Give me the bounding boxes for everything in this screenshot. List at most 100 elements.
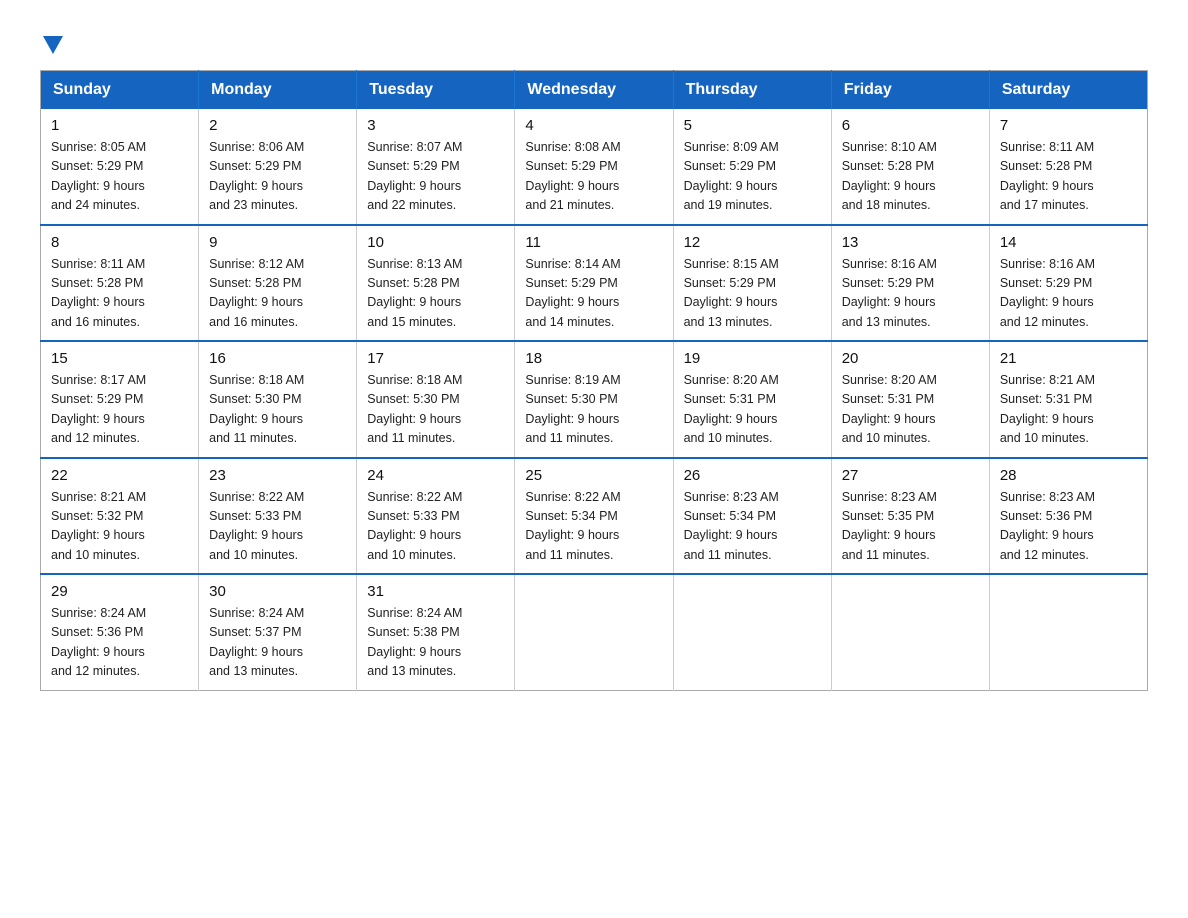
calendar-day-cell: 19 Sunrise: 8:20 AM Sunset: 5:31 PM Dayl…: [673, 341, 831, 458]
calendar-day-cell: 18 Sunrise: 8:19 AM Sunset: 5:30 PM Dayl…: [515, 341, 673, 458]
logo-triangle-icon: [43, 36, 63, 54]
calendar-table: SundayMondayTuesdayWednesdayThursdayFrid…: [40, 70, 1148, 691]
calendar-day-cell: 1 Sunrise: 8:05 AM Sunset: 5:29 PM Dayli…: [41, 109, 199, 225]
day-info: Sunrise: 8:15 AM Sunset: 5:29 PM Dayligh…: [684, 255, 821, 333]
calendar-day-cell: 24 Sunrise: 8:22 AM Sunset: 5:33 PM Dayl…: [357, 458, 515, 575]
day-info: Sunrise: 8:22 AM Sunset: 5:34 PM Dayligh…: [525, 488, 662, 566]
day-info: Sunrise: 8:11 AM Sunset: 5:28 PM Dayligh…: [51, 255, 188, 333]
day-info: Sunrise: 8:23 AM Sunset: 5:35 PM Dayligh…: [842, 488, 979, 566]
day-number: 11: [525, 234, 662, 251]
calendar-day-cell: 25 Sunrise: 8:22 AM Sunset: 5:34 PM Dayl…: [515, 458, 673, 575]
day-info: Sunrise: 8:13 AM Sunset: 5:28 PM Dayligh…: [367, 255, 504, 333]
calendar-day-cell: 22 Sunrise: 8:21 AM Sunset: 5:32 PM Dayl…: [41, 458, 199, 575]
day-info: Sunrise: 8:24 AM Sunset: 5:36 PM Dayligh…: [51, 604, 188, 682]
day-info: Sunrise: 8:19 AM Sunset: 5:30 PM Dayligh…: [525, 371, 662, 449]
calendar-week-row: 8 Sunrise: 8:11 AM Sunset: 5:28 PM Dayli…: [41, 225, 1148, 342]
calendar-day-cell: 10 Sunrise: 8:13 AM Sunset: 5:28 PM Dayl…: [357, 225, 515, 342]
calendar-day-cell: 13 Sunrise: 8:16 AM Sunset: 5:29 PM Dayl…: [831, 225, 989, 342]
day-number: 22: [51, 467, 188, 484]
day-number: 17: [367, 350, 504, 367]
day-number: 31: [367, 583, 504, 600]
day-number: 9: [209, 234, 346, 251]
day-number: 23: [209, 467, 346, 484]
calendar-day-cell: 3 Sunrise: 8:07 AM Sunset: 5:29 PM Dayli…: [357, 109, 515, 225]
calendar-week-row: 15 Sunrise: 8:17 AM Sunset: 5:29 PM Dayl…: [41, 341, 1148, 458]
calendar-day-cell: 20 Sunrise: 8:20 AM Sunset: 5:31 PM Dayl…: [831, 341, 989, 458]
calendar-day-cell: [515, 574, 673, 690]
day-info: Sunrise: 8:16 AM Sunset: 5:29 PM Dayligh…: [842, 255, 979, 333]
day-info: Sunrise: 8:06 AM Sunset: 5:29 PM Dayligh…: [209, 138, 346, 216]
calendar-day-cell: 27 Sunrise: 8:23 AM Sunset: 5:35 PM Dayl…: [831, 458, 989, 575]
calendar-day-cell: [989, 574, 1147, 690]
calendar-day-cell: 2 Sunrise: 8:06 AM Sunset: 5:29 PM Dayli…: [199, 109, 357, 225]
calendar-day-cell: 16 Sunrise: 8:18 AM Sunset: 5:30 PM Dayl…: [199, 341, 357, 458]
calendar-week-row: 1 Sunrise: 8:05 AM Sunset: 5:29 PM Dayli…: [41, 109, 1148, 225]
day-info: Sunrise: 8:08 AM Sunset: 5:29 PM Dayligh…: [525, 138, 662, 216]
calendar-day-cell: 6 Sunrise: 8:10 AM Sunset: 5:28 PM Dayli…: [831, 109, 989, 225]
day-info: Sunrise: 8:23 AM Sunset: 5:34 PM Dayligh…: [684, 488, 821, 566]
calendar-day-cell: 12 Sunrise: 8:15 AM Sunset: 5:29 PM Dayl…: [673, 225, 831, 342]
calendar-day-cell: 7 Sunrise: 8:11 AM Sunset: 5:28 PM Dayli…: [989, 109, 1147, 225]
day-number: 29: [51, 583, 188, 600]
calendar-day-cell: 29 Sunrise: 8:24 AM Sunset: 5:36 PM Dayl…: [41, 574, 199, 690]
day-info: Sunrise: 8:17 AM Sunset: 5:29 PM Dayligh…: [51, 371, 188, 449]
calendar-day-cell: 15 Sunrise: 8:17 AM Sunset: 5:29 PM Dayl…: [41, 341, 199, 458]
day-info: Sunrise: 8:11 AM Sunset: 5:28 PM Dayligh…: [1000, 138, 1137, 216]
calendar-week-row: 22 Sunrise: 8:21 AM Sunset: 5:32 PM Dayl…: [41, 458, 1148, 575]
day-info: Sunrise: 8:12 AM Sunset: 5:28 PM Dayligh…: [209, 255, 346, 333]
calendar-header-row: SundayMondayTuesdayWednesdayThursdayFrid…: [41, 71, 1148, 110]
day-number: 21: [1000, 350, 1137, 367]
calendar-day-cell: [831, 574, 989, 690]
calendar-day-cell: 14 Sunrise: 8:16 AM Sunset: 5:29 PM Dayl…: [989, 225, 1147, 342]
calendar-day-cell: 28 Sunrise: 8:23 AM Sunset: 5:36 PM Dayl…: [989, 458, 1147, 575]
col-header-monday: Monday: [199, 71, 357, 110]
day-number: 12: [684, 234, 821, 251]
day-number: 4: [525, 117, 662, 134]
day-number: 15: [51, 350, 188, 367]
day-number: 1: [51, 117, 188, 134]
day-number: 13: [842, 234, 979, 251]
day-number: 7: [1000, 117, 1137, 134]
calendar-day-cell: 9 Sunrise: 8:12 AM Sunset: 5:28 PM Dayli…: [199, 225, 357, 342]
day-info: Sunrise: 8:24 AM Sunset: 5:37 PM Dayligh…: [209, 604, 346, 682]
day-number: 20: [842, 350, 979, 367]
day-number: 2: [209, 117, 346, 134]
col-header-saturday: Saturday: [989, 71, 1147, 110]
calendar-week-row: 29 Sunrise: 8:24 AM Sunset: 5:36 PM Dayl…: [41, 574, 1148, 690]
day-number: 30: [209, 583, 346, 600]
col-header-wednesday: Wednesday: [515, 71, 673, 110]
calendar-day-cell: [673, 574, 831, 690]
day-number: 14: [1000, 234, 1137, 251]
day-number: 24: [367, 467, 504, 484]
day-number: 16: [209, 350, 346, 367]
day-info: Sunrise: 8:23 AM Sunset: 5:36 PM Dayligh…: [1000, 488, 1137, 566]
day-number: 8: [51, 234, 188, 251]
day-number: 10: [367, 234, 504, 251]
calendar-day-cell: 21 Sunrise: 8:21 AM Sunset: 5:31 PM Dayl…: [989, 341, 1147, 458]
day-info: Sunrise: 8:07 AM Sunset: 5:29 PM Dayligh…: [367, 138, 504, 216]
day-info: Sunrise: 8:20 AM Sunset: 5:31 PM Dayligh…: [684, 371, 821, 449]
day-info: Sunrise: 8:22 AM Sunset: 5:33 PM Dayligh…: [367, 488, 504, 566]
day-number: 18: [525, 350, 662, 367]
calendar-day-cell: 31 Sunrise: 8:24 AM Sunset: 5:38 PM Dayl…: [357, 574, 515, 690]
day-info: Sunrise: 8:20 AM Sunset: 5:31 PM Dayligh…: [842, 371, 979, 449]
col-header-tuesday: Tuesday: [357, 71, 515, 110]
col-header-friday: Friday: [831, 71, 989, 110]
calendar-day-cell: 8 Sunrise: 8:11 AM Sunset: 5:28 PM Dayli…: [41, 225, 199, 342]
logo: [40, 30, 63, 50]
day-number: 27: [842, 467, 979, 484]
day-info: Sunrise: 8:05 AM Sunset: 5:29 PM Dayligh…: [51, 138, 188, 216]
day-info: Sunrise: 8:10 AM Sunset: 5:28 PM Dayligh…: [842, 138, 979, 216]
day-number: 5: [684, 117, 821, 134]
calendar-day-cell: 26 Sunrise: 8:23 AM Sunset: 5:34 PM Dayl…: [673, 458, 831, 575]
day-info: Sunrise: 8:14 AM Sunset: 5:29 PM Dayligh…: [525, 255, 662, 333]
col-header-sunday: Sunday: [41, 71, 199, 110]
day-info: Sunrise: 8:22 AM Sunset: 5:33 PM Dayligh…: [209, 488, 346, 566]
day-number: 25: [525, 467, 662, 484]
calendar-day-cell: 30 Sunrise: 8:24 AM Sunset: 5:37 PM Dayl…: [199, 574, 357, 690]
day-number: 6: [842, 117, 979, 134]
day-info: Sunrise: 8:24 AM Sunset: 5:38 PM Dayligh…: [367, 604, 504, 682]
col-header-thursday: Thursday: [673, 71, 831, 110]
day-number: 3: [367, 117, 504, 134]
day-info: Sunrise: 8:21 AM Sunset: 5:31 PM Dayligh…: [1000, 371, 1137, 449]
